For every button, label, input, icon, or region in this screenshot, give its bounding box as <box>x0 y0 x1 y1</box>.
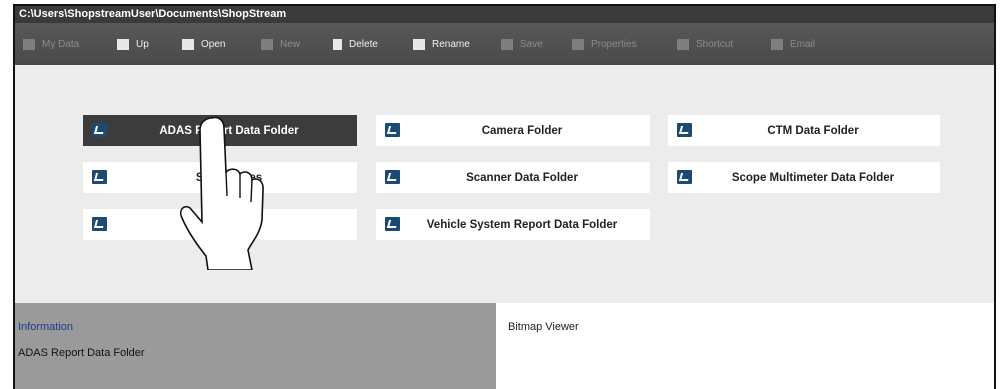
information-panel: Information ADAS Report Data Folder <box>15 303 496 389</box>
shopstream-folder-icon <box>92 170 107 184</box>
email-button[interactable]: Email <box>771 36 815 52</box>
new-button[interactable]: New <box>261 36 300 52</box>
save-icon <box>501 38 513 50</box>
shortcut-label: Shortcut <box>696 38 734 50</box>
new-folder-icon <box>261 38 273 50</box>
folder-ctm-data[interactable]: CTM Data Folder <box>668 115 940 146</box>
camera-folder-icon <box>385 123 400 137</box>
properties-label: Properties <box>591 38 637 50</box>
save-button[interactable]: Save <box>501 36 543 52</box>
path-title: C:\Users\ShopstreamUser\Documents\ShopSt… <box>15 6 994 23</box>
trash-icon <box>333 38 342 50</box>
scanner-folder-icon <box>385 170 400 184</box>
properties-icon <box>572 38 584 50</box>
folder-label: Vehicle System Report Data Folder <box>426 218 618 231</box>
folder-vehicle-system-report[interactable]: Vehicle System Report Data Folder <box>376 209 650 240</box>
folder-icon <box>23 38 35 50</box>
ctm-folder-icon <box>677 123 692 137</box>
scope-folder-icon <box>677 170 692 184</box>
rename-label: Rename <box>432 38 470 50</box>
delete-label: Delete <box>349 38 378 50</box>
folder-label: Camera Folder <box>481 124 563 137</box>
shortcut-button[interactable]: Shortcut <box>677 36 733 52</box>
shopstream-folder-icon <box>92 123 107 137</box>
shopstream-folder-icon <box>385 217 400 231</box>
pointing-hand-icon <box>179 116 264 270</box>
bitmap-viewer-heading: Bitmap Viewer <box>508 321 579 333</box>
open-label: Open <box>201 38 226 50</box>
file-manager-window: C:\Users\ShopstreamUser\Documents\ShopSt… <box>13 4 996 389</box>
folder-scope-multimeter[interactable]: Scope Multimeter Data Folder <box>668 162 940 193</box>
save-label: Save <box>520 38 543 50</box>
open-button[interactable]: Open <box>182 36 225 52</box>
folder-label: CTM Data Folder <box>767 124 859 137</box>
email-icon <box>771 38 783 50</box>
properties-button[interactable]: Properties <box>572 36 637 52</box>
information-heading: Information <box>18 321 74 333</box>
folder-open-icon <box>182 38 194 50</box>
delete-button[interactable]: Delete <box>333 36 378 52</box>
information-value: ADAS Report Data Folder <box>18 347 145 359</box>
shopstream-folder-icon <box>92 217 107 231</box>
folder-label: Scope Multimeter Data Folder <box>731 171 895 184</box>
bottom-panels: Information ADAS Report Data Folder Bitm… <box>15 303 994 389</box>
folder-label: Scanner Data Folder <box>466 171 578 184</box>
folder-up-icon <box>117 38 129 50</box>
new-label: New <box>280 38 301 50</box>
my-data-button[interactable]: My Data <box>23 36 79 52</box>
shortcut-icon <box>677 38 689 50</box>
folder-scanner-data[interactable]: Scanner Data Folder <box>376 162 650 193</box>
bitmap-viewer-panel: Bitmap Viewer <box>496 303 994 389</box>
folder-camera[interactable]: Camera Folder <box>376 115 650 146</box>
rename-button[interactable]: Rename <box>413 36 470 52</box>
rename-icon <box>413 38 425 50</box>
up-label: Up <box>136 38 149 50</box>
folder-grid: ADAS Report Data Folder Camera Folder CT… <box>15 65 994 303</box>
my-data-label: My Data <box>42 38 80 50</box>
toolbar: My Data Up Open New Delete Rename Save P… <box>15 23 994 65</box>
up-button[interactable]: Up <box>117 36 149 52</box>
email-label: Email <box>790 38 816 50</box>
